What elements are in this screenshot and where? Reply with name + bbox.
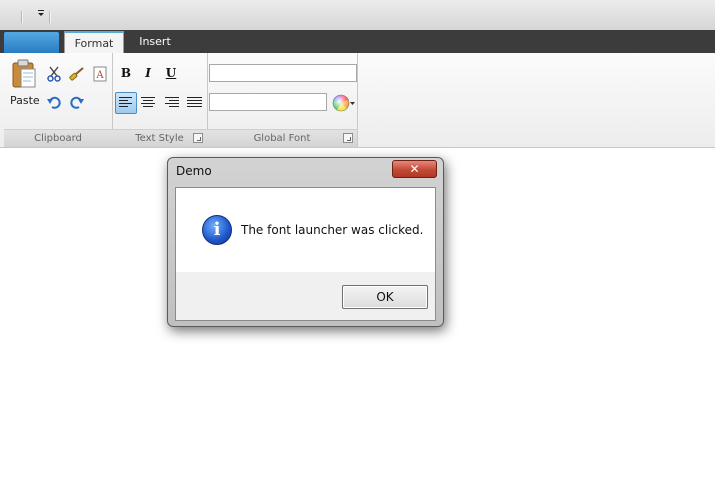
dialog-title: Demo: [176, 164, 212, 178]
ribbon-tab-strip: Format Insert: [0, 30, 715, 53]
ok-button[interactable]: OK: [342, 285, 428, 309]
dialog-close-button[interactable]: ✕: [392, 160, 437, 178]
clipboard-group-label: Clipboard: [4, 129, 112, 147]
dialog-message-area: i The font launcher was clicked.: [176, 188, 435, 272]
align-center-button[interactable]: [138, 93, 158, 113]
paste-label: Paste: [10, 94, 40, 107]
font-name-field[interactable]: [209, 64, 357, 82]
dialog-body: i The font launcher was clicked. OK: [175, 187, 436, 321]
global-font-dialog-launcher[interactable]: [343, 133, 353, 143]
svg-text:A: A: [95, 70, 104, 81]
clear-format-icon[interactable]: A: [92, 66, 108, 82]
color-wheel-icon[interactable]: [332, 94, 356, 112]
text-style-dialog-launcher[interactable]: [193, 133, 203, 143]
global-font-group-label: Global Font: [207, 129, 357, 147]
paste-button[interactable]: Paste: [7, 59, 41, 111]
clipboard-group: Paste A Clipboard: [4, 53, 113, 147]
quick-access-toolbar: [0, 0, 715, 30]
undo-icon[interactable]: [46, 94, 62, 110]
tab-format[interactable]: Format: [64, 31, 124, 53]
qat-separator: [49, 11, 51, 23]
font-size-field[interactable]: [209, 93, 327, 111]
qat-customize-icon[interactable]: [37, 9, 45, 19]
ribbon-panel: Paste A Clipboard B I U Text Style Globa…: [0, 53, 715, 148]
align-right-button[interactable]: [162, 93, 182, 113]
text-style-group: B I U Text Style: [112, 53, 208, 147]
application-menu-button[interactable]: [4, 32, 59, 53]
italic-button[interactable]: I: [140, 65, 156, 81]
global-font-group: Global Font: [207, 53, 358, 147]
qat-separator: [21, 11, 23, 23]
underline-button[interactable]: U: [163, 65, 179, 81]
paste-icon: [12, 59, 36, 88]
message-dialog: Demo ✕ i The font launcher was clicked. …: [167, 157, 444, 327]
redo-icon[interactable]: [69, 94, 85, 110]
bold-button[interactable]: B: [118, 65, 134, 81]
justify-button[interactable]: [185, 93, 205, 113]
close-icon: ✕: [409, 162, 420, 176]
tab-insert[interactable]: Insert: [129, 31, 181, 53]
dialog-message: The font launcher was clicked.: [241, 223, 424, 237]
cut-icon[interactable]: [46, 66, 62, 82]
format-painter-icon[interactable]: [69, 66, 85, 82]
information-icon: i: [202, 215, 232, 245]
align-left-button[interactable]: [115, 92, 137, 114]
